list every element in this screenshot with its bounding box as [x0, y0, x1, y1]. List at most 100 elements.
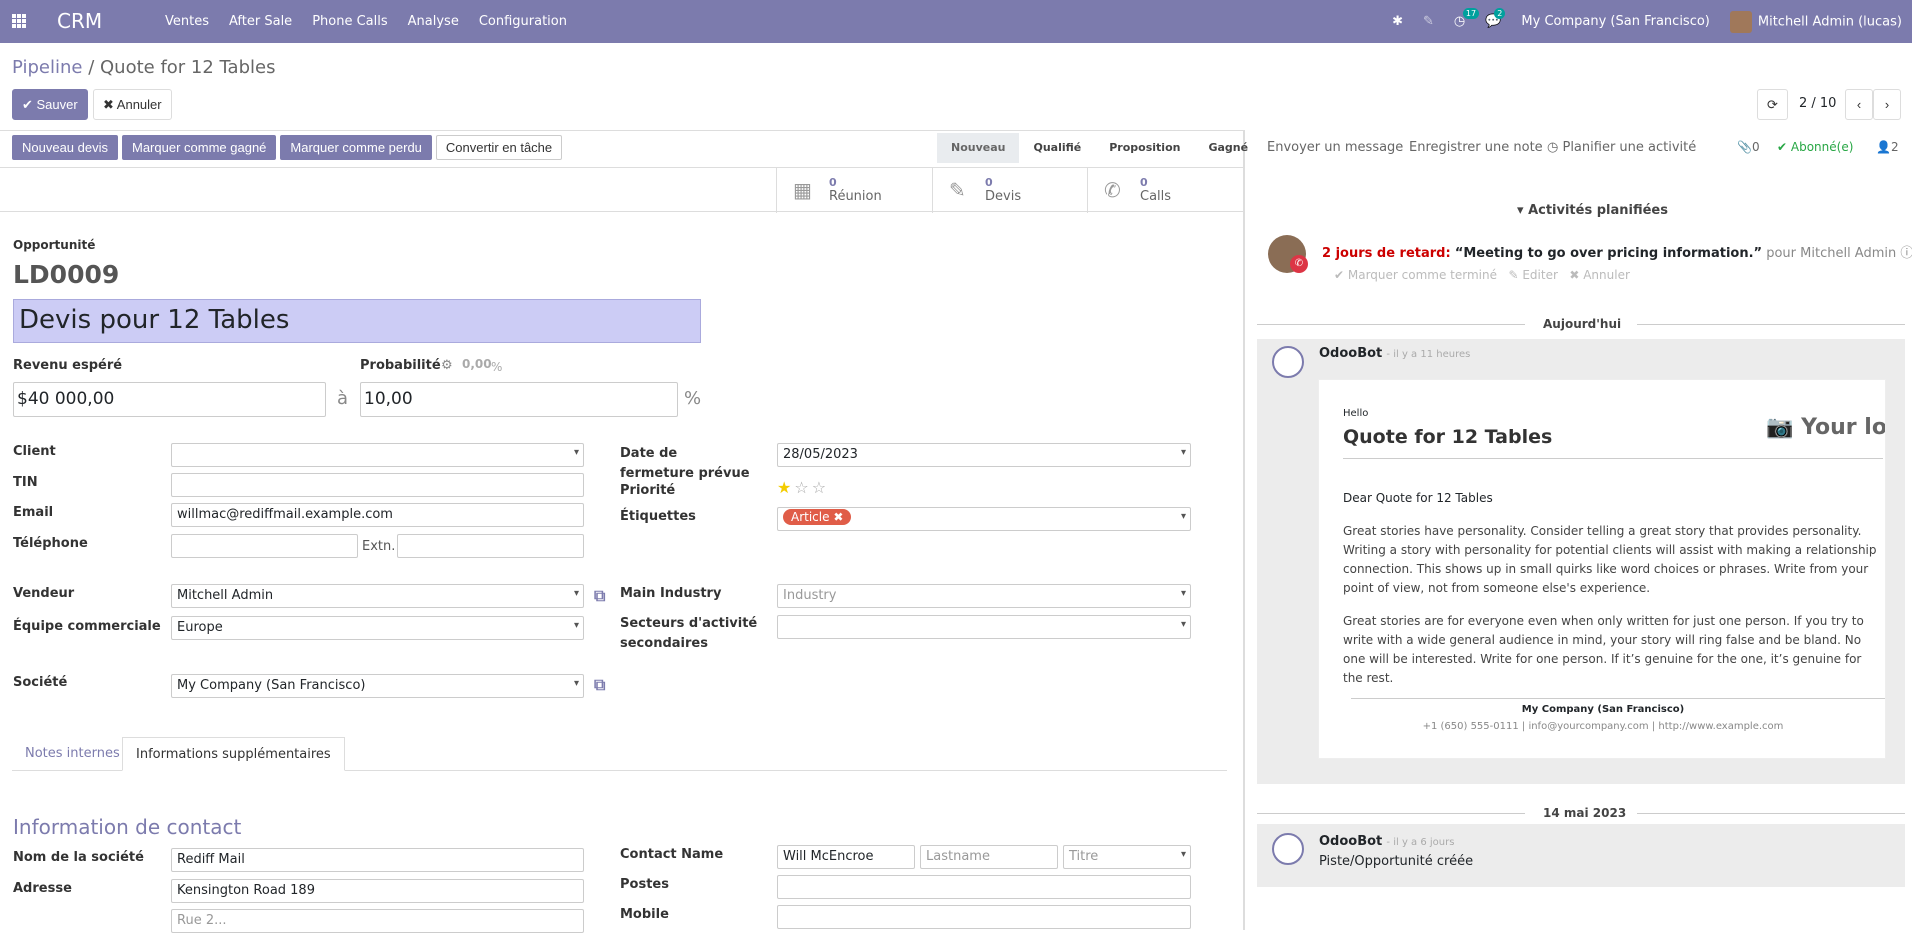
tab-extra-info[interactable]: Informations supplémentaires [122, 737, 345, 771]
external-link-icon[interactable]: ⧉ [594, 586, 605, 606]
message-time: - il y a 6 jours [1386, 837, 1455, 848]
camera-icon: 📷 [1766, 415, 1794, 440]
client-select[interactable] [171, 443, 584, 467]
pager-next-button[interactable]: › [1873, 89, 1901, 120]
save-button[interactable]: ✔ Sauver [12, 89, 88, 120]
street-input[interactable]: Kensington Road 189 [171, 879, 584, 903]
pager-value[interactable]: 2 / 10 [1799, 96, 1836, 111]
extn-input[interactable] [397, 534, 584, 558]
phone-input[interactable] [171, 534, 358, 558]
edit-icon: ✎ [949, 178, 966, 202]
close-date-input[interactable]: 28/05/2023 [777, 443, 1191, 467]
stage-gagne[interactable]: Gagné [1194, 133, 1262, 163]
bug-icon[interactable]: ✱ [1392, 14, 1403, 29]
app-brand[interactable]: CRM [57, 9, 102, 33]
planned-activities-toggle[interactable]: ▾ Activités planifiées [1517, 203, 1668, 218]
notebook-tabs: Notes internes Informations supplémentai… [12, 737, 1227, 771]
main-menu: Ventes After Sale Phone Calls Analyse Co… [165, 14, 587, 29]
send-message-button[interactable]: Envoyer un message [1267, 140, 1403, 155]
mark-won-button[interactable]: Marquer comme gagné [122, 135, 277, 160]
salesperson-select[interactable]: Mitchell Admin [171, 584, 584, 608]
postes-label: Postes [620, 877, 669, 892]
menu-after-sale[interactable]: After Sale [229, 14, 292, 29]
cancel-activity-button[interactable]: ✖ Annuler [1569, 268, 1630, 282]
menu-analyse[interactable]: Analyse [408, 14, 459, 29]
activity-assignee: pour Mitchell Admin [1766, 246, 1897, 261]
pager-prev-button[interactable]: ‹ [1845, 89, 1873, 120]
message-header: OdooBot - il y a 11 heures [1319, 346, 1470, 361]
team-select[interactable]: Europe [171, 616, 584, 640]
tags-input[interactable]: Article ✖ [777, 507, 1191, 531]
mark-done-button[interactable]: ✔ Marquer comme terminé [1334, 268, 1497, 282]
breadcrumb-separator: / [88, 57, 95, 78]
divider [1257, 324, 1525, 325]
schedule-activity-button[interactable]: ◷ Planifier une activité [1547, 140, 1696, 155]
user-menu[interactable]: Mitchell Admin (lucas) [1729, 10, 1902, 33]
star-empty-icon[interactable]: ☆ [812, 478, 826, 497]
log-note-button[interactable]: Enregistrer une note [1409, 140, 1543, 155]
company-switcher[interactable]: My Company (San Francisco) [1521, 14, 1709, 29]
convert-task-button[interactable]: Convertir en tâche [435, 135, 563, 160]
discard-button[interactable]: ✖ Annuler [93, 89, 172, 120]
followers-button[interactable]: 👤2 [1876, 140, 1899, 154]
divider [1343, 458, 1883, 459]
first-name-input[interactable]: Will McEncroe [777, 845, 915, 869]
attachment-button[interactable]: 📎0 [1737, 140, 1760, 154]
message-author[interactable]: OdooBot [1319, 346, 1382, 361]
edit-activity-button[interactable]: ✎ Editer [1508, 268, 1557, 282]
lead-reference: LD0009 [13, 260, 120, 289]
star-empty-icon[interactable]: ☆ [794, 478, 808, 497]
breadcrumb-pipeline[interactable]: Pipeline [12, 57, 82, 78]
follow-button[interactable]: ✔ Abonné(e) [1777, 140, 1853, 154]
refresh-button[interactable]: ⟳ [1757, 89, 1788, 120]
at-label: à [337, 388, 349, 409]
quote-stat-button[interactable]: ✎ 0 Devis [932, 168, 1088, 213]
info-icon[interactable]: ⓘ [1900, 246, 1912, 261]
star-filled-icon[interactable]: ★ [777, 478, 791, 497]
calls-stat-button[interactable]: ✆ 0 Calls [1087, 168, 1243, 213]
mobile-label: Mobile [620, 907, 669, 922]
probability-input[interactable]: 10,00 [360, 382, 678, 417]
lastname-input[interactable]: Lastname [920, 845, 1058, 869]
gear-icon[interactable]: ⚙ [441, 358, 453, 373]
postes-input[interactable] [777, 875, 1191, 899]
message-author[interactable]: OdooBot [1319, 834, 1382, 849]
tab-internal-notes[interactable]: Notes internes [12, 737, 133, 771]
activity-clock-icon[interactable]: ◷ 17 [1454, 8, 1480, 29]
title-select[interactable]: Titre [1063, 845, 1191, 869]
top-navbar: CRM Ventes After Sale Phone Calls Analys… [0, 0, 1912, 43]
message-header: OdooBot - il y a 6 jours [1319, 834, 1454, 849]
new-quote-button[interactable]: Nouveau devis [12, 135, 118, 160]
meeting-stat-button[interactable]: ▦ 0 Réunion [776, 168, 932, 213]
tag-badge[interactable]: Article ✖ [783, 509, 852, 525]
edit-icon[interactable]: ✎ [1423, 14, 1434, 29]
menu-configuration[interactable]: Configuration [479, 14, 567, 29]
stage-nouveau[interactable]: Nouveau [937, 133, 1020, 163]
mark-lost-button[interactable]: Marquer comme perdu [280, 135, 432, 160]
mobile-input[interactable] [777, 905, 1191, 929]
street2-input[interactable]: Rue 2... [171, 909, 584, 933]
external-link-icon[interactable]: ⧉ [594, 675, 605, 695]
calendar-icon: ▦ [793, 178, 812, 202]
tin-input[interactable] [171, 473, 584, 497]
odoobot-avatar [1272, 346, 1304, 378]
team-label: Équipe commerciale [13, 619, 161, 634]
apps-menu-icon[interactable] [12, 14, 26, 28]
industry-label: Main Industry [620, 586, 722, 601]
company-name-input[interactable]: Rediff Mail [171, 848, 584, 872]
menu-ventes[interactable]: Ventes [165, 14, 209, 29]
stat-buttons: ▦ 0 Réunion ✎ 0 Devis ✆ 0 Calls [0, 167, 1243, 213]
opportunity-name-input[interactable]: Devis pour 12 Tables [13, 299, 701, 343]
date-separator: 14 mai 2023 [1543, 806, 1627, 820]
email-input[interactable]: willmac@rediffmail.example.com [171, 503, 584, 527]
secondary-industry-select[interactable] [777, 615, 1191, 639]
client-label: Client [13, 444, 56, 459]
industry-select[interactable]: Industry [777, 584, 1191, 608]
revenue-input[interactable]: $40 000,00 [13, 382, 326, 417]
email-logo-placeholder: 📷 Your lo [1766, 415, 1886, 440]
stage-qualifie[interactable]: Qualifié [1019, 133, 1095, 163]
menu-phone-calls[interactable]: Phone Calls [312, 14, 387, 29]
company-select[interactable]: My Company (San Francisco) [171, 674, 584, 698]
stage-proposition[interactable]: Proposition [1095, 133, 1194, 163]
messages-icon[interactable]: 💬 2 [1485, 8, 1506, 29]
